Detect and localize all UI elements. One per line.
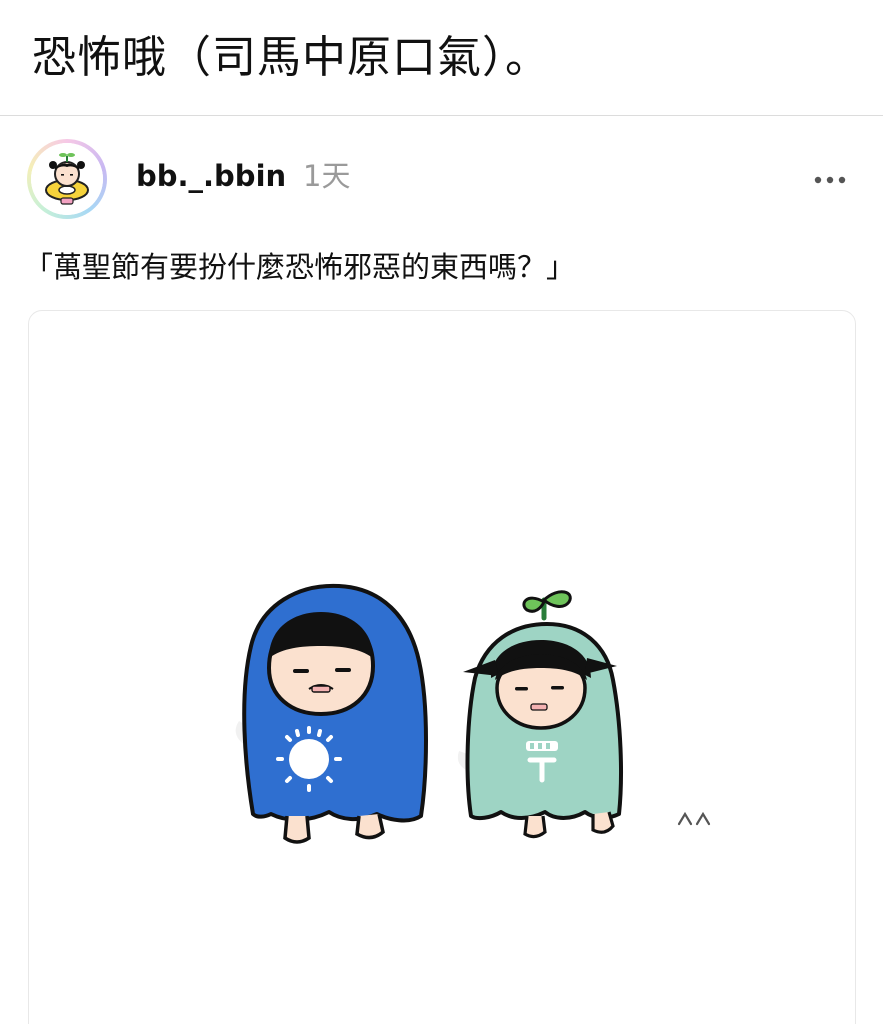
username[interactable]: bb._.bbin xyxy=(136,162,286,191)
screenshot-page: 恐怖哦（司馬中原口氣）。 bb._.bbin 1天 「萬聖節有要扮什麼恐怖邪惡的… xyxy=(0,0,883,1024)
meme-caption: 恐怖哦（司馬中原口氣）。 xyxy=(32,32,550,83)
post-timestamp: 1天 xyxy=(303,159,351,193)
avatar[interactable] xyxy=(27,139,107,219)
two-cartoon-characters-icon xyxy=(235,583,711,844)
cartoon-character-avatar-icon xyxy=(31,143,103,215)
post-illustration xyxy=(209,576,749,880)
more-options-button[interactable] xyxy=(808,164,856,196)
post-media-card[interactable] xyxy=(28,310,856,1024)
avatar-image xyxy=(31,143,103,215)
more-options-icon xyxy=(814,176,846,184)
post-text: 「萬聖節有要扮什麼恐怖邪惡的東西嗎？」 xyxy=(24,250,576,284)
divider xyxy=(0,115,883,116)
